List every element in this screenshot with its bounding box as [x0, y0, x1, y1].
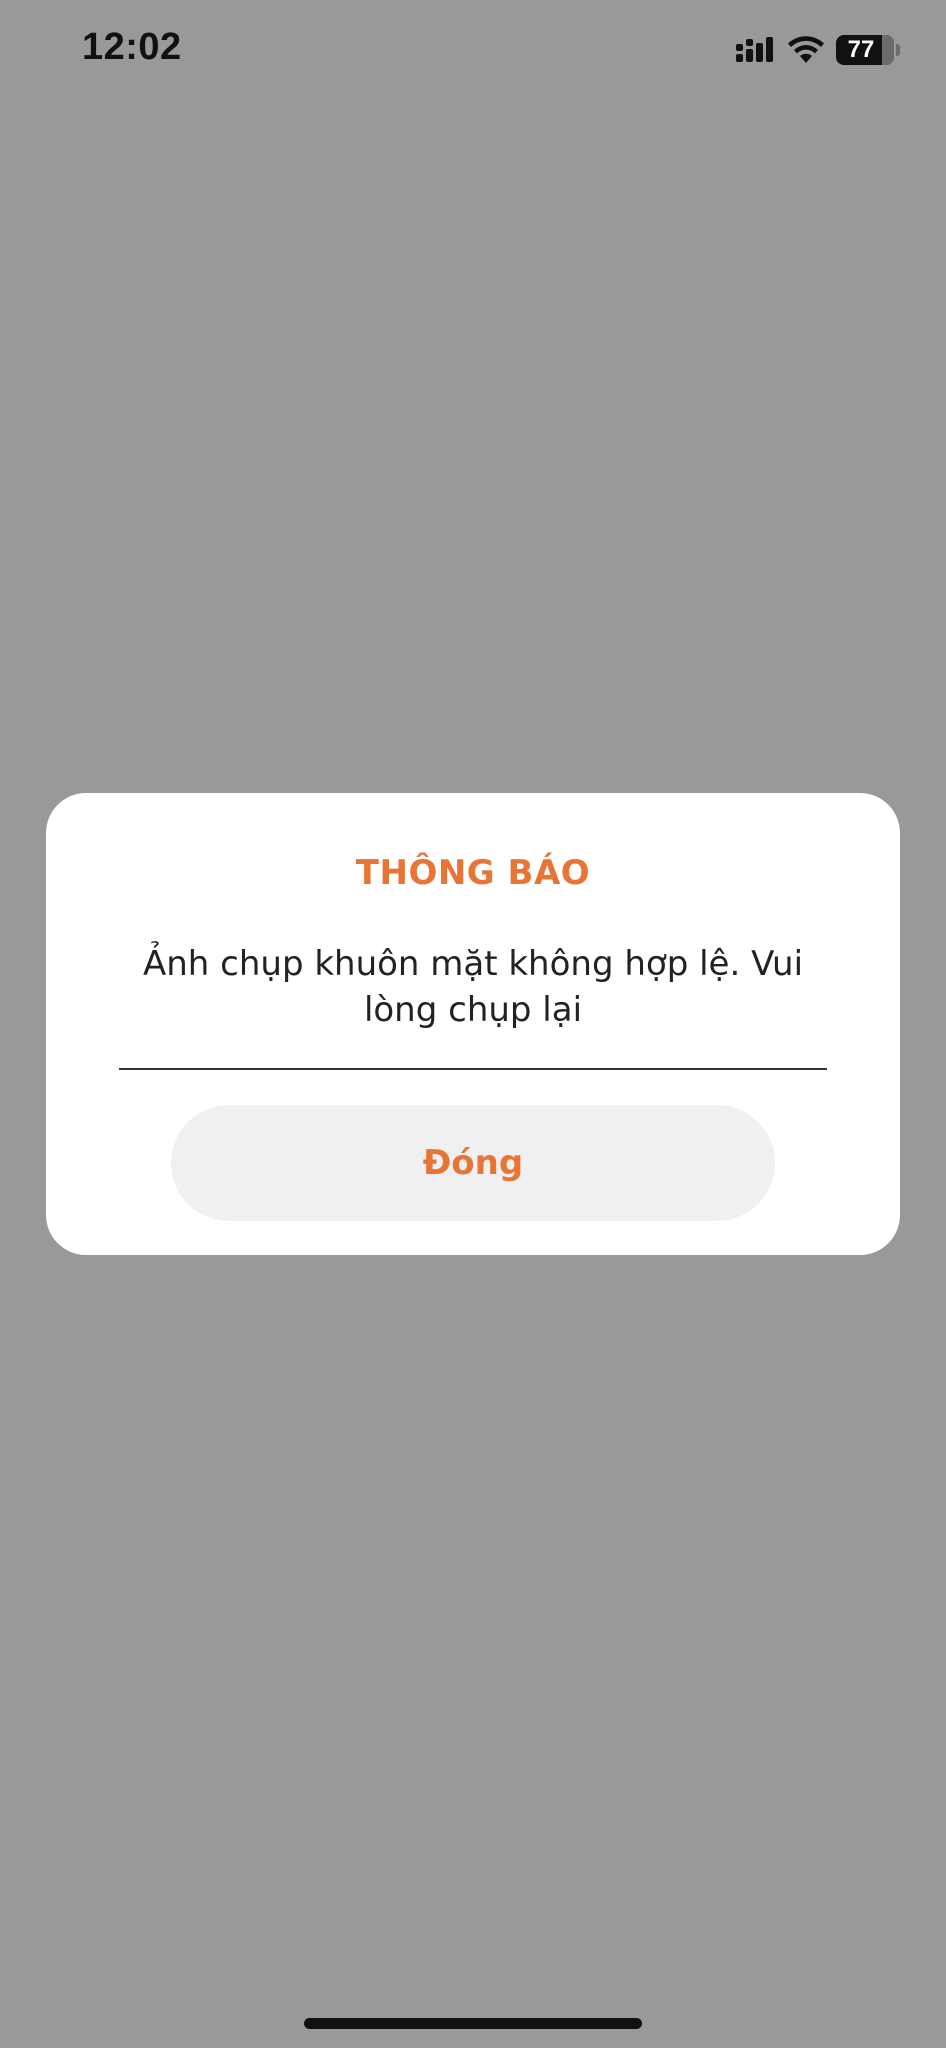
status-icons: 77	[736, 34, 900, 66]
home-indicator[interactable]	[304, 2018, 642, 2029]
close-button[interactable]: Đóng	[171, 1105, 775, 1221]
battery-level: 77	[847, 36, 875, 63]
signal-icon	[736, 37, 776, 63]
screen: 12:02 77 THÔNG BÁO Ảnh chụp khuôn mặt kh…	[0, 0, 946, 2048]
status-bar: 12:02 77	[0, 0, 946, 110]
battery-icon: 77	[836, 35, 900, 65]
dialog-title: THÔNG BÁO	[355, 853, 591, 893]
alert-dialog: THÔNG BÁO Ảnh chụp khuôn mặt không hợp l…	[46, 793, 900, 1255]
dialog-divider	[119, 1068, 827, 1070]
dialog-message: Ảnh chụp khuôn mặt không hợp lệ. Vui lòn…	[142, 944, 804, 1030]
wifi-icon	[788, 36, 824, 64]
status-time: 12:02	[82, 26, 182, 68]
battery-empty-segment	[882, 35, 894, 65]
